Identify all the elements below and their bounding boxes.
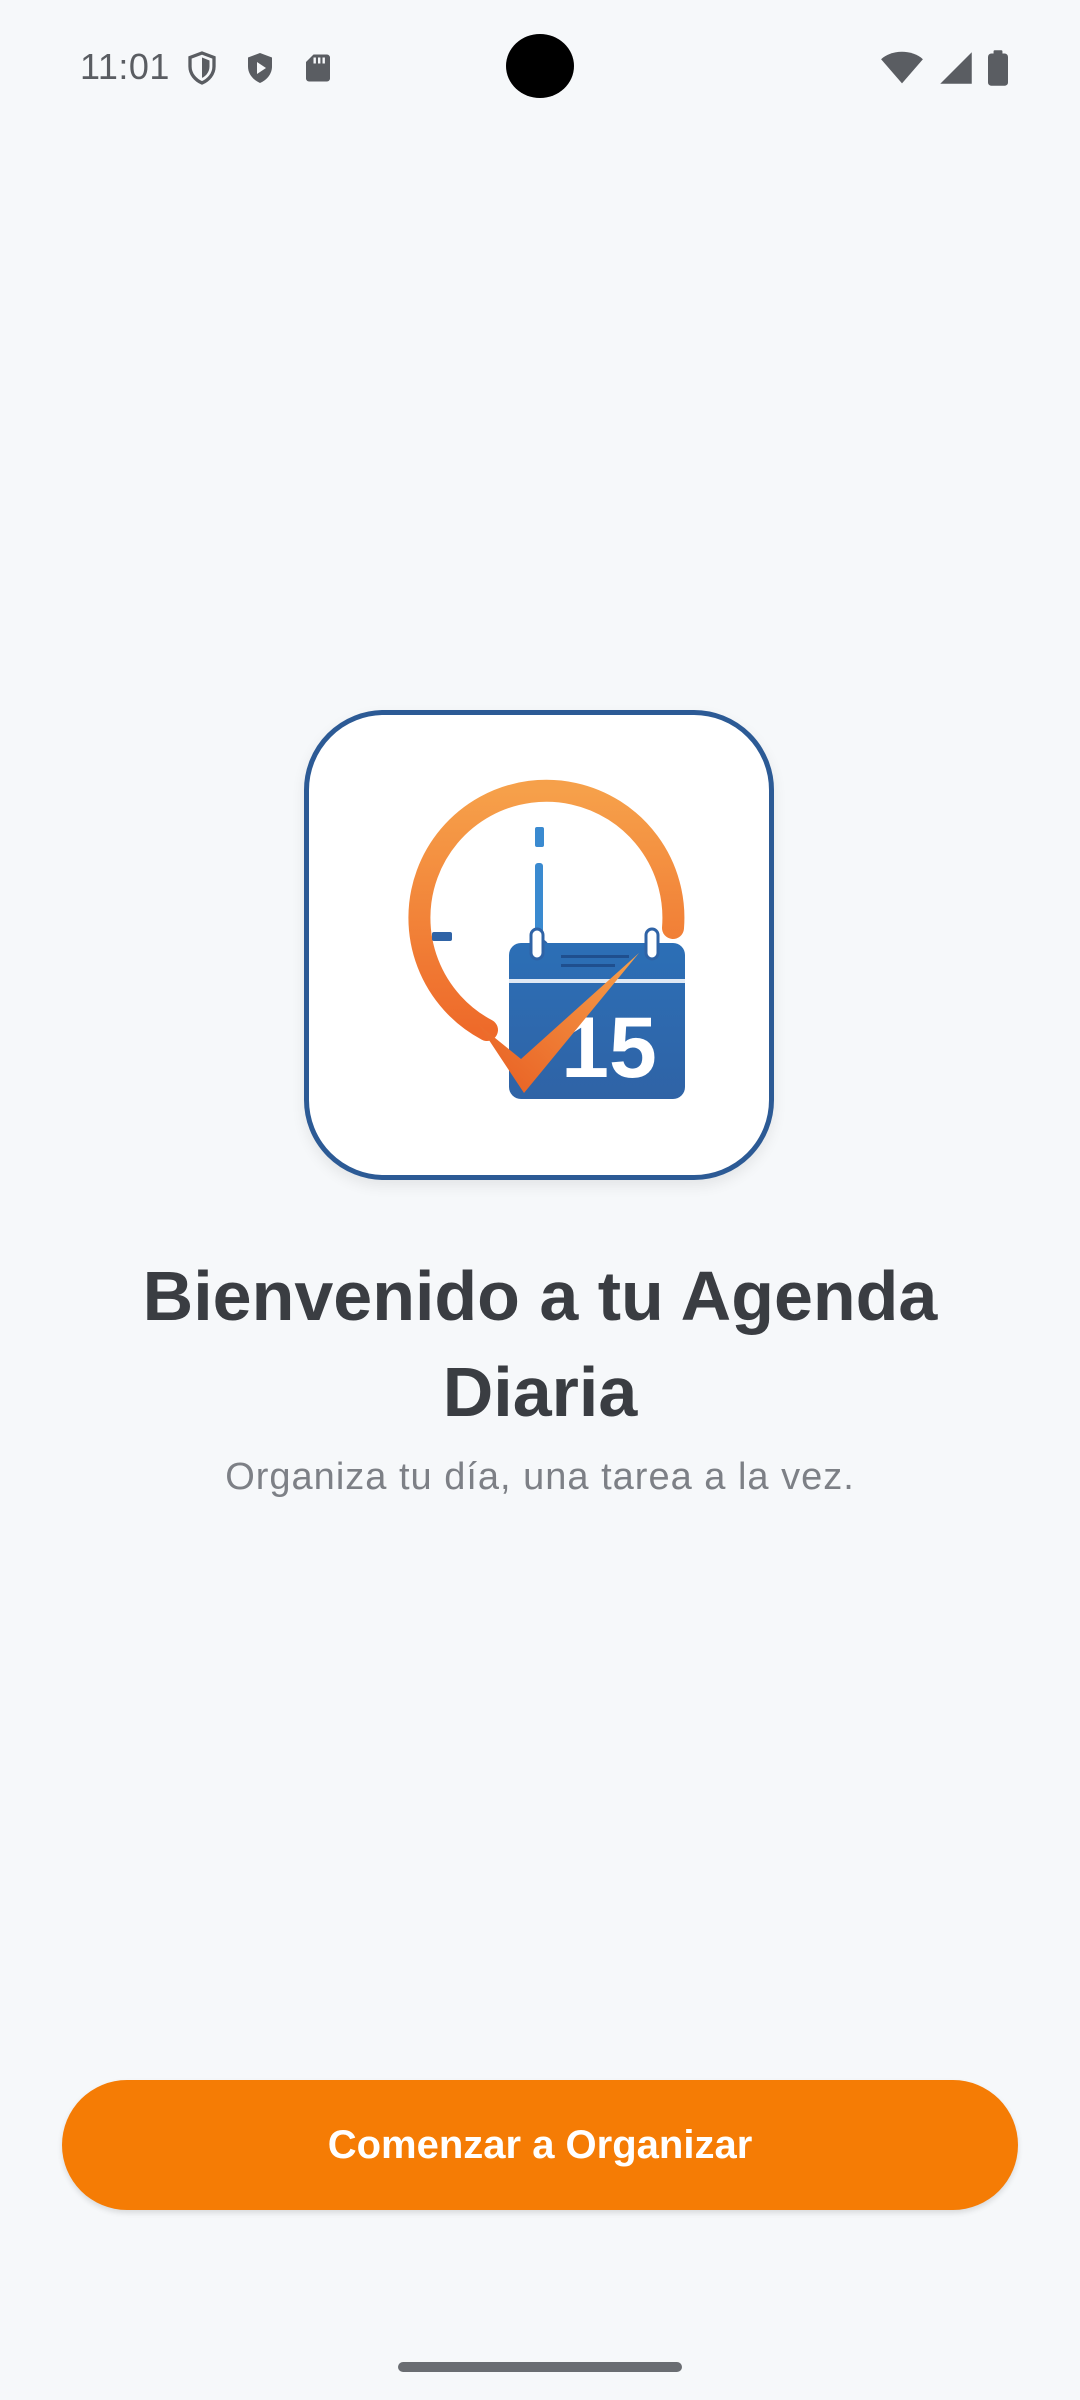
welcome-title: Bienvenido a tu Agenda Diaria [142, 1257, 938, 1431]
vpn-shield-icon [188, 51, 216, 85]
status-time: 11:01 [80, 46, 170, 87]
status-icons-right [880, 50, 1008, 86]
start-organizing-button[interactable]: Comenzar a Organizar [62, 2080, 1018, 2210]
signal-icon [940, 52, 972, 84]
welcome-subtitle: Organiza tu día, una tarea a la vez. [225, 1456, 855, 1498]
sd-card-icon [306, 54, 330, 82]
battery-icon [988, 50, 1008, 86]
play-protect-icon [248, 53, 272, 83]
clock-calendar-logo-icon: 15 [408, 779, 685, 1099]
camera-cutout [506, 34, 574, 98]
status-icons-left [184, 50, 336, 86]
status-bar: 11:01 [0, 0, 1080, 136]
home-gesture-bar[interactable] [398, 2362, 682, 2372]
app-logo: 15 [304, 710, 774, 1180]
wifi-icon [881, 51, 923, 84]
